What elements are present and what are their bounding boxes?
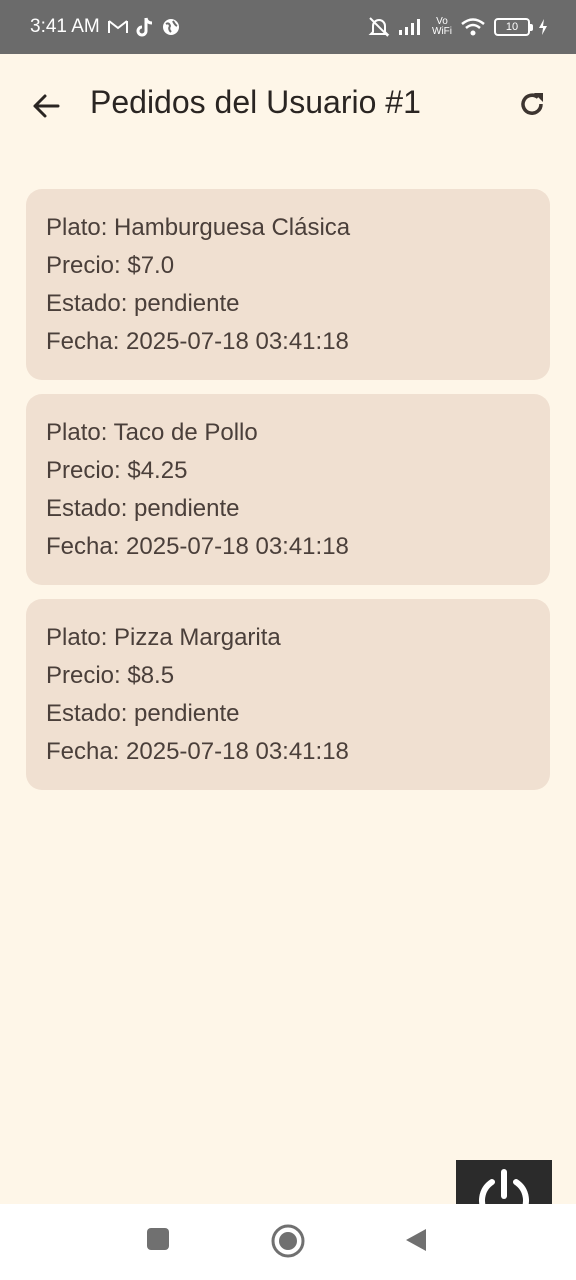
- status-left: 3:41 AM: [30, 16, 180, 38]
- page-title: Pedidos del Usuario #1: [90, 84, 421, 120]
- home-button[interactable]: [270, 1223, 306, 1264]
- orders-list: Plato: Hamburguesa Clásica Precio: $7.0 …: [26, 189, 550, 804]
- order-estado: Estado: pendiente: [46, 700, 240, 727]
- battery-icon: 10: [494, 18, 533, 36]
- order-fecha: Fecha: 2025-07-18 03:41:18: [46, 328, 349, 355]
- back-button[interactable]: [28, 90, 64, 126]
- nav-back-icon: [402, 1227, 428, 1258]
- order-estado: Estado: pendiente: [46, 290, 240, 317]
- gmail-icon: [107, 19, 128, 35]
- navigation-bar: [0, 1204, 576, 1280]
- charging-icon: [538, 18, 548, 36]
- refresh-icon: [517, 89, 547, 124]
- order-card[interactable]: Plato: Hamburguesa Clásica Precio: $7.0 …: [26, 189, 550, 380]
- globe-icon: [162, 18, 180, 36]
- app-bar: Pedidos del Usuario #1: [0, 54, 576, 158]
- mute-bell-icon: [368, 16, 390, 38]
- wifi-icon: [460, 17, 486, 37]
- status-bar: 3:41 AM Vo WiFi 10: [0, 0, 576, 54]
- home-icon: [270, 1223, 306, 1264]
- order-precio: Precio: $7.0: [46, 252, 175, 279]
- recent-apps-button[interactable]: [146, 1227, 170, 1256]
- order-fecha: Fecha: 2025-07-18 03:41:18: [46, 533, 349, 560]
- order-card[interactable]: Plato: Taco de Pollo Precio: $4.25 Estad…: [26, 394, 550, 585]
- order-precio: Precio: $4.25: [46, 457, 188, 484]
- signal-icon: [398, 18, 424, 36]
- arrow-back-icon: [31, 91, 61, 126]
- recent-apps-icon: [146, 1227, 170, 1256]
- order-plato: Plato: Pizza Margarita: [46, 624, 281, 651]
- order-estado: Estado: pendiente: [46, 495, 240, 522]
- nav-back-button[interactable]: [402, 1227, 428, 1258]
- refresh-button[interactable]: [514, 88, 550, 124]
- status-time: 3:41 AM: [30, 16, 100, 37]
- status-right: Vo WiFi 10: [368, 16, 548, 38]
- vowifi-icon: Vo WiFi: [432, 17, 452, 37]
- order-card[interactable]: Plato: Pizza Margarita Precio: $8.5 Esta…: [26, 599, 550, 790]
- order-plato: Plato: Taco de Pollo: [46, 419, 258, 446]
- order-precio: Precio: $8.5: [46, 662, 175, 689]
- order-fecha: Fecha: 2025-07-18 03:41:18: [46, 738, 349, 765]
- vowifi-bottom: WiFi: [432, 26, 452, 37]
- battery-level: 10: [505, 21, 519, 33]
- order-plato: Plato: Hamburguesa Clásica: [46, 214, 351, 241]
- tiktok-icon: [136, 17, 154, 37]
